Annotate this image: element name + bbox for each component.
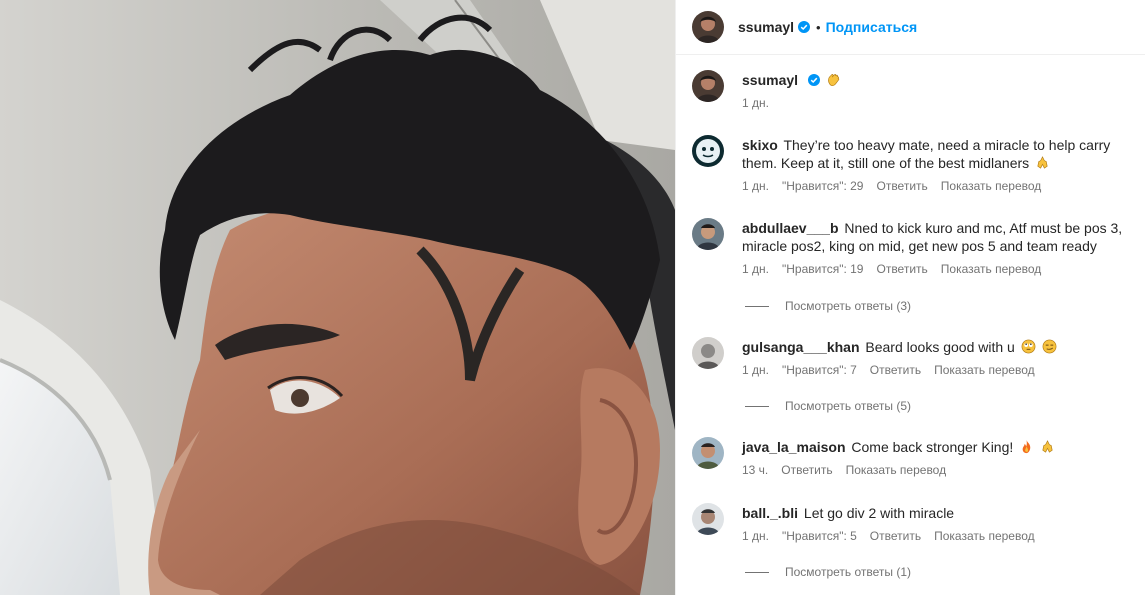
- view-replies-button[interactable]: Посмотреть ответы (1): [745, 565, 911, 579]
- translate-button[interactable]: Показать перевод: [934, 363, 1035, 377]
- caption-body: ssumayl 1 дн.: [742, 70, 1135, 110]
- reply-button[interactable]: Ответить: [870, 529, 921, 543]
- comments-panel: ssumayl • Подписаться ssumayl 1 дн. skix…: [675, 0, 1145, 595]
- like-count[interactable]: "Нравится": 5: [782, 529, 857, 543]
- caption-avatar[interactable]: [692, 70, 724, 102]
- comments-list: ssumayl 1 дн. skixo They’re too heavy ma…: [676, 55, 1145, 595]
- comment-text: They’re too heavy mate, need a miracle t…: [742, 137, 1111, 171]
- author-avatar[interactable]: [692, 11, 724, 43]
- reply-button[interactable]: Ответить: [781, 463, 832, 477]
- comment-row: abdullaev___b Nned to kick kuro and mc, …: [692, 218, 1135, 276]
- translate-button[interactable]: Показать перевод: [941, 262, 1042, 276]
- replies-line: [745, 305, 769, 307]
- post-viewer: ssumayl • Подписаться ssumayl 1 дн. skix…: [0, 0, 1145, 595]
- post-photo: [0, 0, 675, 595]
- comment-time: 1 дн.: [742, 529, 769, 543]
- verified-badge-icon: [798, 21, 811, 33]
- like-count[interactable]: "Нравится": 7: [782, 363, 857, 377]
- reply-button[interactable]: Ответить: [876, 179, 927, 193]
- comment-meta: 1 дн. "Нравится": 29 Ответить Показать п…: [742, 179, 1135, 193]
- view-replies-label: Посмотреть ответы (3): [785, 299, 912, 313]
- comment-username[interactable]: abdullaev___b: [742, 220, 839, 236]
- separator-dot: •: [816, 19, 821, 35]
- comment-meta: 1 дн. "Нравится": 7 Ответить Показать пе…: [742, 363, 1135, 377]
- comment-text: Let go div 2 with miracle: [803, 505, 955, 521]
- pray-hands-icon: [1042, 440, 1053, 453]
- post-header: ssumayl • Подписаться: [676, 0, 1145, 55]
- view-replies-label: Посмотреть ответы (5): [785, 399, 912, 413]
- fire-icon: [1022, 439, 1031, 454]
- translate-button[interactable]: Показать перевод: [941, 179, 1042, 193]
- comment-time: 1 дн.: [742, 179, 769, 193]
- comment-username[interactable]: ball._.bli: [742, 505, 798, 521]
- comment-meta: 13 ч. Ответить Показать перевод: [742, 463, 1135, 477]
- caption: ssumayl 1 дн.: [692, 70, 1135, 110]
- comment-row: skixo They’re too heavy mate, need a mir…: [692, 135, 1135, 193]
- caption-time: 1 дн.: [742, 96, 769, 110]
- replies-line: [745, 405, 769, 407]
- photo-illustration: [0, 0, 675, 595]
- waving-hand-icon: [827, 74, 840, 86]
- author-username[interactable]: ssumayl: [738, 19, 794, 35]
- commenter-avatar[interactable]: [692, 503, 724, 535]
- commenter-avatar[interactable]: [692, 337, 724, 369]
- comment-body: ball._.bli Let go div 2 with miracle 1 д…: [742, 503, 1135, 543]
- comment-body: abdullaev___b Nned to kick kuro and mc, …: [742, 218, 1135, 276]
- translate-button[interactable]: Показать перевод: [846, 463, 947, 477]
- rolling-eyes-icon: [1021, 339, 1036, 354]
- comment-username[interactable]: skixo: [742, 137, 778, 153]
- follow-button[interactable]: Подписаться: [826, 19, 918, 35]
- caption-username[interactable]: ssumayl: [742, 72, 798, 88]
- reply-button[interactable]: Ответить: [870, 363, 921, 377]
- comment-meta: 1 дн. "Нравится": 19 Ответить Показать п…: [742, 262, 1135, 276]
- comment-time: 13 ч.: [742, 463, 769, 477]
- view-replies-label: Посмотреть ответы (1): [785, 565, 912, 579]
- comment-row: java_la_maison Come back stronger King! …: [692, 437, 1135, 477]
- comment-time: 1 дн.: [742, 262, 769, 276]
- comment-meta: 1 дн. "Нравится": 5 Ответить Показать пе…: [742, 529, 1135, 543]
- view-replies-button[interactable]: Посмотреть ответы (3): [745, 299, 911, 313]
- comment-body: skixo They’re too heavy mate, need a mir…: [742, 135, 1135, 193]
- comment-time: 1 дн.: [742, 363, 769, 377]
- commenter-avatar[interactable]: [692, 437, 724, 469]
- like-count[interactable]: "Нравится": 19: [782, 262, 864, 276]
- comment-username[interactable]: java_la_maison: [742, 439, 846, 455]
- comment-username[interactable]: gulsanga___khan: [742, 339, 860, 355]
- comment-row: ball._.bli Let go div 2 with miracle 1 д…: [692, 503, 1135, 543]
- view-replies-button[interactable]: Посмотреть ответы (5): [745, 399, 911, 413]
- comment-row: gulsanga___khan Beard looks good with u: [692, 337, 1135, 377]
- commenter-avatar[interactable]: [692, 135, 724, 167]
- reply-button[interactable]: Ответить: [876, 262, 927, 276]
- comment-body: gulsanga___khan Beard looks good with u: [742, 337, 1135, 377]
- pray-hands-icon: [1037, 156, 1048, 169]
- replies-line: [745, 571, 769, 573]
- like-count[interactable]: "Нравится": 29: [782, 179, 864, 193]
- commenter-avatar[interactable]: [692, 218, 724, 250]
- verified-badge-icon: [807, 74, 820, 86]
- comment-body: java_la_maison Come back stronger King! …: [742, 437, 1135, 477]
- comment-text: Come back stronger King!: [851, 439, 1014, 455]
- comment-text: Beard looks good with u: [865, 339, 1015, 355]
- smirk-icon: [1042, 339, 1056, 354]
- translate-button[interactable]: Показать перевод: [934, 529, 1035, 543]
